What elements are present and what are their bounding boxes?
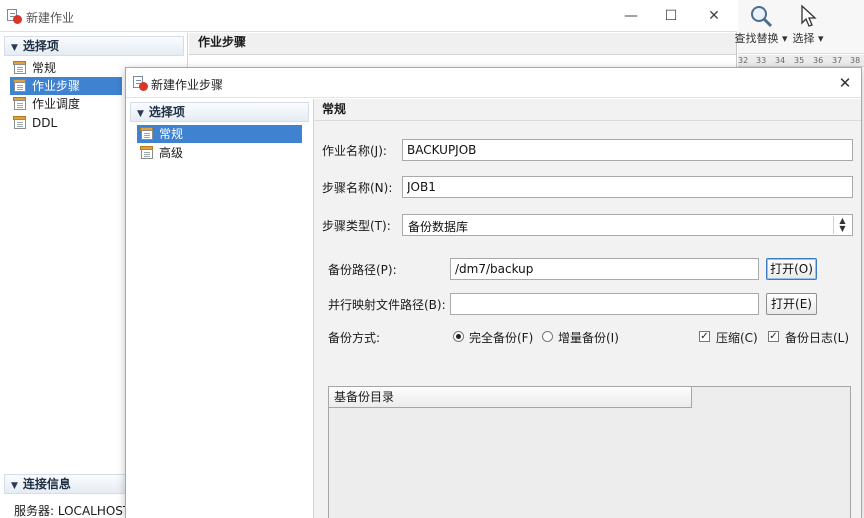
tree-item-ddl[interactable]: DDL [10, 114, 122, 132]
page-icon [140, 127, 155, 141]
close-icon[interactable]: ✕ [701, 6, 727, 26]
find-replace-label: 查找替换 ▾ [734, 32, 788, 45]
incremental-backup-radio[interactable] [542, 331, 553, 342]
open-parallel-map-button[interactable]: 打开(E) [766, 293, 817, 315]
tree-item-general[interactable]: 常规 [137, 125, 302, 143]
ruler-number: 34 [775, 56, 786, 65]
dialog-left-panel: ▼ 选择项 常规 高级 [126, 99, 314, 518]
incremental-backup-label[interactable]: 增量备份(I) [558, 329, 619, 346]
job-name-label: 作业名称(J): [322, 144, 387, 158]
maximize-icon[interactable]: ☐ [658, 6, 684, 26]
column-header-base-backup-dir[interactable]: 基备份目录 [329, 387, 692, 408]
backup-log-label[interactable]: 备份日志(L) [785, 329, 849, 346]
tree-item-job-steps[interactable]: 作业步骤 [10, 77, 122, 95]
dialog-right-panel: 常规 作业名称(J): 步骤名称(N): 步骤类型(T): 备份数据库 ▲▼ 备… [314, 99, 861, 518]
background-right-header: 作业步骤 [189, 33, 736, 55]
backup-mode-label: 备份方式: [328, 331, 381, 345]
app-icon [6, 8, 22, 24]
collapse-triangle-icon: ▼ [137, 109, 144, 119]
window-title: 新建作业 [26, 11, 75, 25]
tree-item-general[interactable]: 常规 [10, 59, 122, 77]
page-icon [13, 97, 28, 111]
tree-item-label: 常规 [32, 61, 57, 75]
server-info: 服务器: LOCALHOST [14, 504, 131, 518]
panel-title: 常规 [314, 99, 861, 121]
backup-path-label: 备份路径(P): [328, 263, 397, 277]
new-job-step-dialog: 新建作业步骤 ✕ ▼ 选择项 常规 高级 常规 作业名称(J): 步骤名称(N):… [125, 67, 862, 518]
background-window-titlebar[interactable]: 新建作业 — ☐ ✕ [0, 0, 737, 32]
dialog-title: 新建作业步骤 [151, 78, 224, 92]
tree-item-label: 高级 [159, 146, 184, 160]
base-backup-dir-table[interactable]: 基备份目录 [328, 386, 851, 518]
parallel-map-input[interactable] [450, 293, 759, 315]
tree-item-label: DDL [32, 116, 58, 130]
page-icon [13, 79, 28, 93]
spinner-arrows-icon: ▲ ▼ [833, 216, 851, 234]
compress-label[interactable]: 压缩(C) [716, 329, 758, 346]
backup-path-input[interactable] [450, 258, 759, 280]
tree-item-label: 常规 [159, 127, 184, 141]
cursor-arrow-icon [801, 4, 817, 27]
ruler-number: 33 [756, 56, 767, 65]
ruler-number: 35 [794, 56, 805, 65]
step-type-select[interactable]: 备份数据库 ▲ ▼ [402, 214, 853, 236]
magnifier-icon [751, 6, 773, 28]
section-header-options[interactable]: ▼ 选择项 [4, 36, 184, 56]
minimize-icon[interactable]: — [618, 6, 644, 26]
parallel-map-label: 并行映射文件路径(B): [328, 298, 446, 312]
ruler: 32 33 34 35 36 37 38 [738, 55, 864, 67]
step-type-label: 步骤类型(T): [322, 219, 391, 233]
ruler-number: 32 [738, 56, 749, 65]
tree-item-job-schedule[interactable]: 作业调度 [10, 95, 122, 113]
connection-section-title: 连接信息 [22, 477, 71, 491]
full-backup-radio[interactable] [453, 331, 464, 342]
step-type-value: 备份数据库 [408, 220, 469, 234]
tree-item-advanced[interactable]: 高级 [137, 144, 302, 162]
tree-item-label: 作业步骤 [32, 79, 81, 93]
ruler-number: 38 [850, 56, 861, 65]
section-header-options[interactable]: ▼ 选择项 [130, 102, 309, 122]
step-name-input[interactable] [402, 176, 853, 198]
find-replace-button[interactable]: 查找替换 ▾ [734, 2, 788, 46]
select-label: 选择 ▾ [792, 32, 824, 45]
page-icon [13, 116, 28, 130]
tree-item-label: 作业调度 [32, 97, 81, 111]
job-name-input[interactable] [402, 139, 853, 161]
backup-log-checkbox[interactable]: ✓ [768, 331, 779, 342]
page-icon [13, 61, 28, 75]
dialog-titlebar[interactable]: 新建作业步骤 ✕ [126, 68, 861, 98]
toolbar: 查找替换 ▾ 选择 ▾ [734, 0, 864, 54]
section-title: 选择项 [22, 39, 59, 53]
open-backup-path-button[interactable]: 打开(O) [766, 258, 817, 280]
ruler-number: 37 [832, 56, 843, 65]
close-icon[interactable]: ✕ [834, 73, 856, 93]
compress-checkbox[interactable]: ✓ [699, 331, 710, 342]
step-name-label: 步骤名称(N): [322, 181, 393, 195]
section-header-connection[interactable]: ▼ 连接信息 [4, 474, 126, 494]
collapse-triangle-icon: ▼ [11, 481, 18, 491]
section-title: 选择项 [148, 105, 185, 119]
ruler-number: 36 [813, 56, 824, 65]
page-icon [140, 146, 155, 160]
collapse-triangle-icon: ▼ [11, 43, 18, 53]
select-button[interactable]: 选择 ▾ [790, 2, 826, 46]
full-backup-label[interactable]: 完全备份(F) [469, 329, 533, 346]
app-icon [132, 75, 148, 91]
